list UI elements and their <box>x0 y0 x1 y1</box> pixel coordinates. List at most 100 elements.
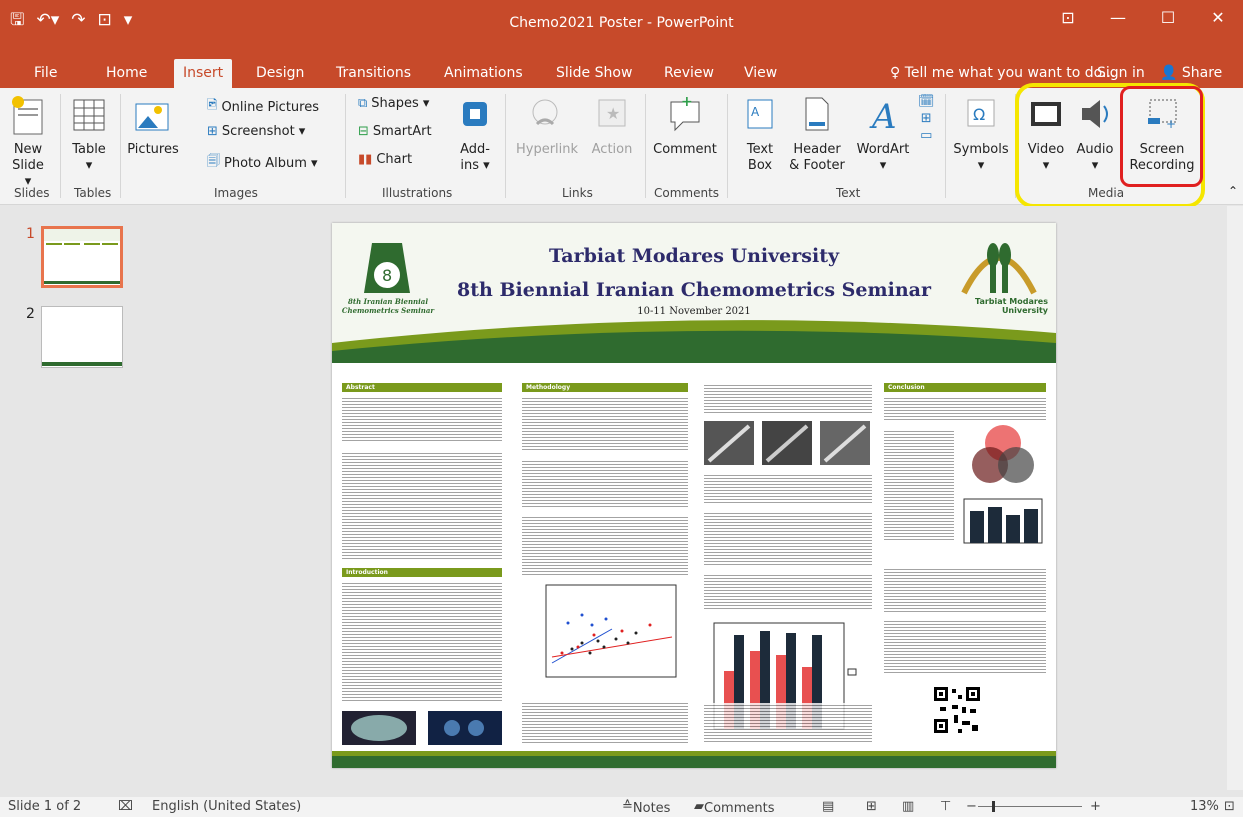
pictures-button[interactable]: Pictures <box>126 94 180 158</box>
thumb-number-2: 2 <box>26 306 35 322</box>
shapes-icon: ⧉ <box>358 96 368 111</box>
header-footer-icon <box>805 97 829 131</box>
slide-counter: Slide 1 of 2 <box>8 799 82 814</box>
minimize-button[interactable]: — <box>1093 0 1143 40</box>
svg-text:A: A <box>751 105 760 119</box>
slide-number-icon[interactable]: ⊞ <box>921 111 932 126</box>
introduction-text-block <box>342 581 502 701</box>
screen-recording-highlight <box>1120 86 1203 187</box>
tab-home[interactable]: Home <box>100 63 153 83</box>
slide-thumbnail-1[interactable] <box>41 226 123 288</box>
textbox-button[interactable]: A Text Box <box>740 94 780 174</box>
screenshot-icon: ⊞ <box>207 124 218 139</box>
results-text-5 <box>704 703 872 743</box>
chart-icon: ▮▮ <box>358 152 373 167</box>
photo-album-button[interactable]: 🗐 Photo Album ▾ <box>207 152 318 174</box>
collapse-ribbon-icon[interactable]: ⌃ <box>1228 184 1238 198</box>
svg-text:A: A <box>869 97 897 137</box>
notes-button[interactable]: ≙ Notes <box>622 799 670 816</box>
tab-insert[interactable]: Insert <box>174 59 233 89</box>
symbols-button[interactable]: Ω Symbols ▾ <box>952 94 1010 174</box>
action-button[interactable]: ★ Action <box>588 94 636 158</box>
hyperlink-icon <box>532 99 558 126</box>
share-button[interactable]: 👤 Share <box>1160 65 1222 81</box>
header-footer-button[interactable]: Header & Footer <box>785 94 849 174</box>
group-label-comments: Comments <box>654 186 720 200</box>
microscopy-images <box>704 421 870 465</box>
fit-to-window-icon[interactable]: ⊡ <box>1224 799 1235 814</box>
maximize-button[interactable]: ☐ <box>1143 0 1193 40</box>
table-button[interactable]: Table ▾ <box>66 94 112 174</box>
close-button[interactable]: ✕ <box>1193 0 1243 40</box>
slide-sorter-icon[interactable]: ⊞ <box>866 799 877 814</box>
zoom-in-button[interactable]: + <box>1090 799 1101 814</box>
tab-slide-show[interactable]: Slide Show <box>550 63 638 83</box>
section-header-methodology: Methodology <box>522 383 688 392</box>
chart-button[interactable]: ▮▮ Chart <box>358 152 412 167</box>
status-bar: Slide 1 of 2 ⌧ English (United States) ≙… <box>0 797 1243 817</box>
results-text-1 <box>704 383 872 413</box>
screenshot-button[interactable]: ⊞ Screenshot ▾ <box>207 124 305 139</box>
group-label-links: Links <box>562 186 593 200</box>
action-icon: ★ <box>598 99 626 127</box>
tab-review[interactable]: Review <box>658 63 720 83</box>
zoom-slider-thumb[interactable] <box>992 801 995 812</box>
wordart-icon: A <box>869 97 897 137</box>
slide-editing-area[interactable]: 8 8th Iranian Biennial Chemometrics Semi… <box>141 206 1241 790</box>
smartart-icon: ⊟ <box>358 124 369 139</box>
title-bar: 🖫 ↶▾ ↷ ⊡ ▾ Chemo2021 Poster - PowerPoint… <box>0 0 1243 58</box>
new-slide-button[interactable]: New Slide ▾ <box>8 94 48 190</box>
group-label-images: Images <box>214 186 258 200</box>
store-icon <box>463 102 487 126</box>
slide-poster[interactable]: 8 8th Iranian Biennial Chemometrics Semi… <box>332 223 1056 768</box>
sign-in-link[interactable]: Sign in <box>1097 65 1145 81</box>
addins-button[interactable]: Add- ins ▾ <box>455 94 495 174</box>
group-label-illustrations: Illustrations <box>382 186 453 200</box>
slideshow-view-icon[interactable]: ⊤ <box>940 799 951 814</box>
conclusion-text-2 <box>884 429 954 541</box>
methodology-text-1 <box>522 396 688 452</box>
venn-and-bar-figure <box>963 425 1043 544</box>
tab-design[interactable]: Design <box>250 63 310 83</box>
online-pictures-button[interactable]: 🖻 Online Pictures <box>207 96 319 118</box>
shapes-button[interactable]: ⧉ Shapes ▾ <box>358 96 429 111</box>
thumb-blank-preview <box>42 362 122 366</box>
zoom-level[interactable]: 13% <box>1190 799 1219 814</box>
object-icon[interactable]: ▭ <box>920 128 932 143</box>
online-pictures-icon: 🖻 <box>207 98 218 113</box>
person-icon: 👤 <box>1160 65 1178 81</box>
smartart-button[interactable]: ⊟ SmartArt <box>358 124 432 139</box>
tell-me-search[interactable]: ♀ Tell me what you want to do... <box>890 65 1115 81</box>
slide-thumbnail-2[interactable] <box>41 306 123 368</box>
tab-transitions[interactable]: Transitions <box>330 63 417 83</box>
hyperlink-button[interactable]: Hyperlink <box>512 94 582 158</box>
comments-button[interactable]: ▰ Comments <box>694 799 774 816</box>
zoom-out-button[interactable]: − <box>966 799 977 814</box>
language-indicator[interactable]: English (United States) <box>152 799 301 814</box>
spelling-check-icon[interactable]: ⌧ <box>118 799 133 814</box>
tab-animations[interactable]: Animations <box>438 63 529 83</box>
date-time-icon[interactable]: 🗓 <box>918 94 935 109</box>
results-text-3 <box>704 511 872 567</box>
table-icon <box>73 99 105 131</box>
textbox-icon: A <box>747 99 773 129</box>
comment-icon: + <box>670 94 700 132</box>
omega-icon: Ω <box>967 99 995 127</box>
results-text-2 <box>704 473 872 505</box>
photo-album-icon: 🗐 <box>207 154 220 169</box>
qr-code-icon <box>932 685 982 735</box>
thumb-number-1: 1 <box>26 226 35 242</box>
reading-view-icon[interactable]: ▥ <box>902 799 914 814</box>
comment-button[interactable]: + Comment <box>652 94 718 158</box>
university-logo-icon <box>961 243 1037 295</box>
wordart-button[interactable]: A WordArt ▾ <box>852 94 914 174</box>
vertical-scrollbar[interactable] <box>1227 206 1243 790</box>
abstract-table <box>342 451 502 561</box>
tab-file[interactable]: File <box>28 63 63 83</box>
conclusion-text-1 <box>884 396 1046 420</box>
group-label-text: Text <box>836 186 861 200</box>
tab-view[interactable]: View <box>738 63 783 83</box>
normal-view-icon[interactable]: ▤ <box>822 799 834 814</box>
ribbon-display-options-icon[interactable]: ⊡ <box>1043 0 1093 40</box>
methodology-text-2 <box>522 459 688 509</box>
